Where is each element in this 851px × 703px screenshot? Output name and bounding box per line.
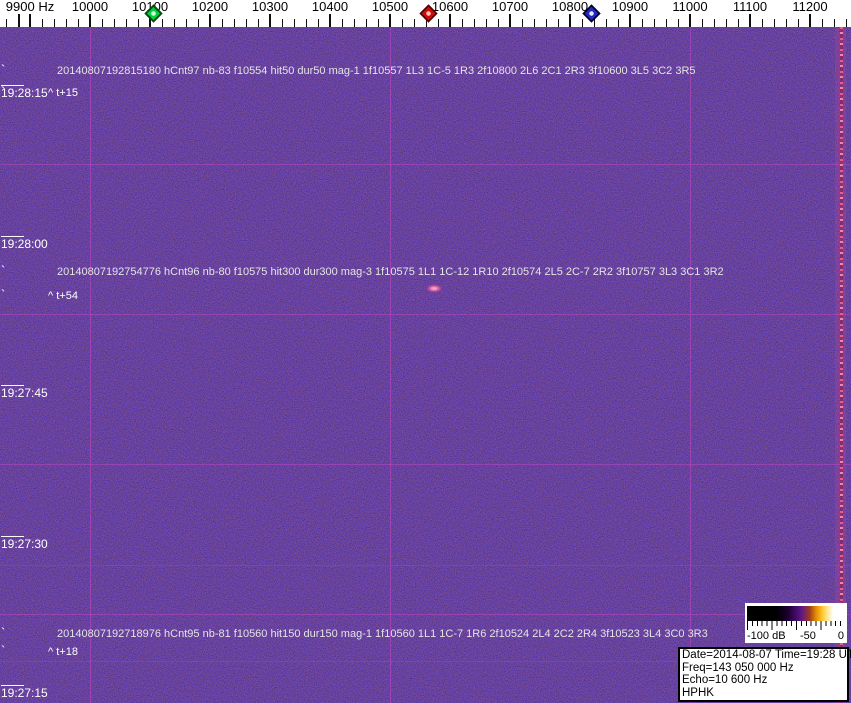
frequency-gridline: [690, 27, 691, 703]
info-date-time: Date=2014-08-07 Time=19:28 UTC: [682, 649, 851, 661]
frequency-ruler-label: 10300: [251, 0, 289, 14]
colorbar-label-mid: -50: [800, 630, 816, 642]
spectrogram-waterfall: ` ` 20140807192815180 hCnt97 nb-83 f10554 …: [0, 27, 851, 703]
event-left-tick: `: [1, 643, 6, 658]
frequency-ruler-label: 9900 Hz: [5, 0, 55, 14]
time-gridline: [0, 164, 851, 165]
frequency-ruler: 9900 Hz100001010010200103001040010500106…: [0, 0, 851, 27]
meteor-echo-blob: [427, 284, 443, 293]
frequency-gridline: [90, 27, 91, 703]
intensity-colorbar: -100 dB -50 0: [745, 603, 847, 643]
frequency-ruler-label: 10200: [191, 0, 229, 14]
right-edge-signal-column: [840, 27, 843, 703]
time-label: 19:27:45: [1, 385, 48, 400]
frequency-ruler-label: 11000: [672, 0, 708, 14]
frequency-ruler-label: 10000: [71, 0, 109, 14]
event-time-offset: ^ t+15: [48, 87, 78, 99]
time-label: 19:27:30: [1, 536, 48, 551]
event-left-tick: `: [1, 263, 6, 278]
colorbar-label-max: 0: [837, 630, 844, 642]
frequency-ruler-label: 10600: [431, 0, 469, 14]
event-time-offset: ^ t+18: [48, 646, 78, 658]
colorbar-label-min: -100 dB: [747, 630, 786, 642]
event-time-offset: ^ t+54: [48, 290, 78, 302]
info-station-id: HPHK: [682, 686, 714, 699]
event-left-tick: `: [1, 625, 6, 640]
event-detail-text: 20140807192718976 hCnt95 nb-81 f10560 hi…: [57, 628, 708, 640]
event-left-tick: `: [1, 287, 6, 302]
frequency-ruler-label: 10500: [371, 0, 409, 14]
status-info-box: Date=2014-08-07 Time=19:28 UTC Freq=143 …: [678, 647, 851, 702]
time-gridline: [0, 464, 851, 465]
faint-signal-row: [0, 565, 851, 566]
waterfall-noise-texture: [0, 27, 851, 703]
frequency-gridline: [390, 27, 391, 703]
colorbar-ticks: [747, 621, 845, 630]
info-echo: Echo=10 600 Hz: [682, 674, 768, 686]
frequency-ruler-label: 11100: [732, 0, 768, 14]
frequency-ruler-label: 11200: [792, 0, 828, 14]
colorbar-gradient: [747, 606, 845, 621]
time-label: 19:28:00: [1, 236, 48, 251]
event-detail-text: 20140807192754776 hCnt96 nb-80 f10575 hi…: [57, 266, 724, 278]
frequency-ruler-label: 10400: [311, 0, 349, 14]
time-label: 19:27:15: [1, 685, 48, 700]
time-gridline: [0, 614, 851, 615]
colorbar-labels: -100 dB -50 0: [747, 630, 845, 642]
info-frequency: Freq=143 050 000 Hz: [682, 661, 794, 674]
meteor-echo-spectrogram-app: 9900 Hz100001010010200103001040010500106…: [0, 0, 851, 703]
event-detail-text: 20140807192815180 hCnt97 nb-83 f10554 hi…: [57, 65, 696, 77]
time-gridline: [0, 314, 851, 315]
event-left-tick: `: [1, 62, 6, 77]
frequency-ruler-label: 10700: [491, 0, 529, 14]
frequency-ruler-label: 10900: [611, 0, 649, 14]
time-label: 19:28:15: [1, 85, 48, 100]
